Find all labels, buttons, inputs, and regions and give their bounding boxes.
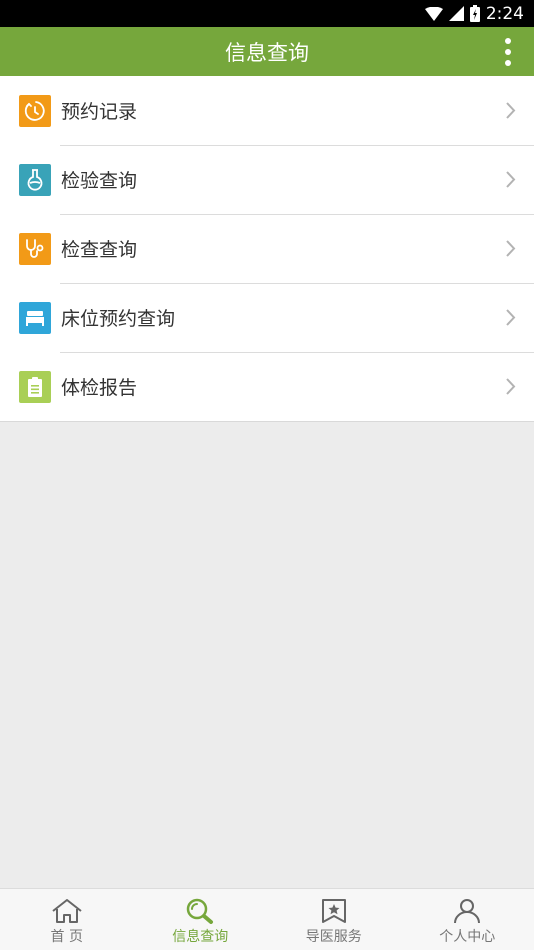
flask-icon	[19, 163, 51, 196]
menu-item-label: 体检报告	[61, 377, 138, 399]
more-menu-button[interactable]	[502, 38, 514, 66]
search-icon	[187, 898, 214, 924]
wifi-icon	[424, 6, 443, 21]
chevron-right-icon	[506, 309, 516, 326]
home-icon	[52, 899, 82, 923]
tab-label: 首 页	[50, 929, 83, 945]
tab-label: 个人中心	[439, 929, 496, 945]
more-dot	[505, 49, 511, 55]
menu-item-lab-tests[interactable]: 检验查询	[0, 145, 534, 214]
clock-icon	[19, 94, 51, 127]
status-bar: 2:24	[0, 0, 534, 27]
menu-item-label: 检验查询	[61, 170, 138, 192]
menu-item-physical-report[interactable]: 体检报告	[0, 352, 534, 421]
chevron-right-icon	[506, 102, 516, 119]
menu-item-bed-reservation[interactable]: 床位预约查询	[0, 283, 534, 352]
star-bookmark-icon	[321, 899, 346, 923]
menu-item-examinations[interactable]: 检查查询	[0, 214, 534, 283]
tab-label: 信息查询	[172, 929, 229, 945]
battery-icon	[469, 5, 480, 22]
app-bar: 信息查询	[0, 27, 534, 76]
chevron-right-icon	[506, 378, 516, 395]
more-dot	[505, 60, 511, 66]
clipboard-icon	[19, 370, 51, 403]
chevron-right-icon	[506, 171, 516, 188]
chevron-right-icon	[506, 240, 516, 257]
tab-label: 导医服务	[305, 929, 362, 945]
tab-personal-center[interactable]: 个人中心	[401, 889, 534, 950]
status-time: 2:24	[485, 3, 524, 24]
signal-icon	[448, 6, 464, 21]
page-title: 信息查询	[225, 40, 309, 65]
menu-item-appointment-records[interactable]: 预约记录	[0, 76, 534, 145]
tab-home[interactable]: 首 页	[0, 889, 134, 950]
bed-icon	[19, 301, 51, 334]
menu-item-label: 检查查询	[61, 239, 138, 261]
bottom-nav: 首 页 信息查询 导医服务 个人中心	[0, 888, 534, 950]
stethoscope-icon	[19, 232, 51, 265]
tab-guide-service[interactable]: 导医服务	[267, 889, 401, 950]
menu-item-label: 预约记录	[61, 101, 138, 123]
tab-info-query[interactable]: 信息查询	[134, 889, 268, 950]
menu-list: 预约记录 检验查询 检查查询 床位预约查询 体检报告	[0, 76, 534, 422]
menu-item-label: 床位预约查询	[61, 308, 176, 330]
more-dot	[505, 38, 511, 44]
person-icon	[454, 899, 481, 924]
